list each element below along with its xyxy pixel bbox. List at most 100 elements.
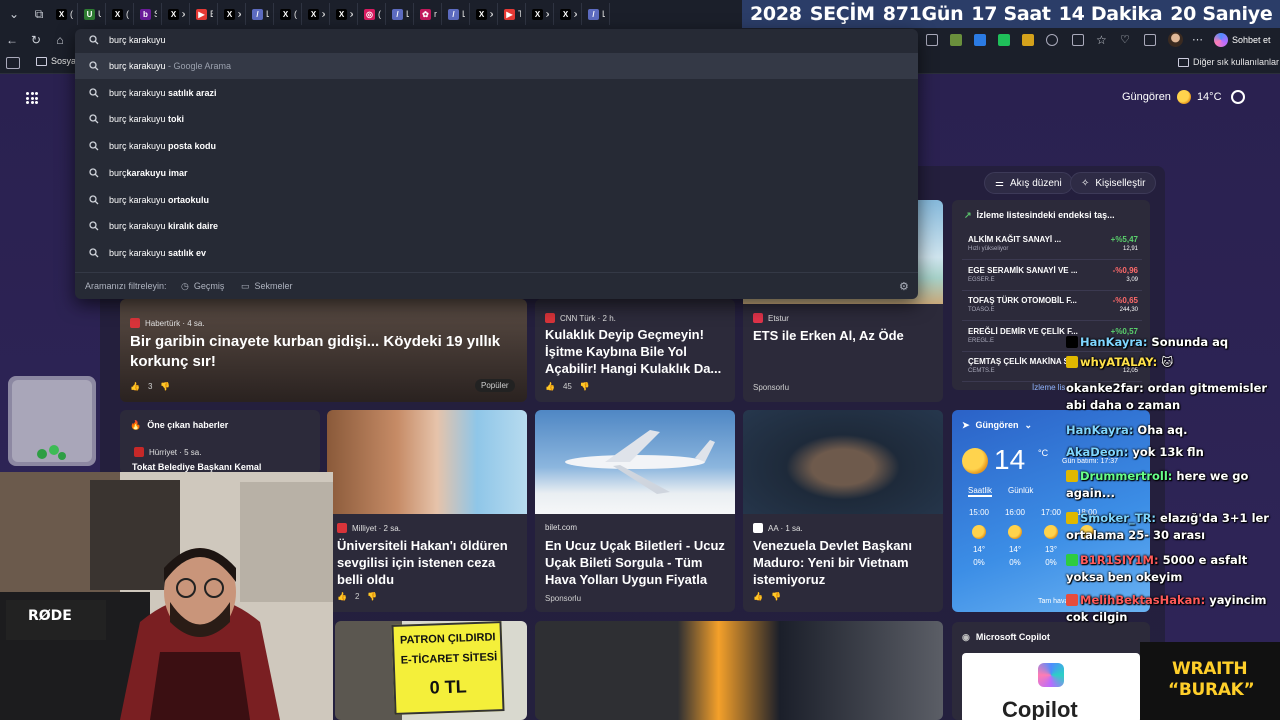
browser-tab[interactable]: UUR [80,3,106,25]
tab-title: x.co [490,9,493,19]
top-news-card[interactable]: 🔥 Öne çıkan haberler Hürriyet · 5 sa. To… [120,410,320,474]
like-icon[interactable]: 👍 [545,382,555,391]
news-card[interactable]: Habertürk · 4 sa. Bir garibin cinayete k… [120,299,527,402]
browser-tab[interactable]: X(8) [52,3,78,25]
extension-icon[interactable] [950,34,962,46]
browser-tab[interactable]: Xx.co [304,3,330,25]
home-icon[interactable]: ⌂ [52,32,68,48]
browser-tab[interactable]: Xx.co [220,3,246,25]
apps-launcher-icon[interactable] [26,92,38,104]
search-suggestion[interactable]: burç karakuyu satılık ev [75,240,918,266]
news-card[interactable]: AA · 1 sa. Venezuela Devlet Başkanı Madu… [743,410,943,612]
like-icon[interactable]: 👍 [753,592,763,601]
profile-avatar[interactable] [1168,32,1183,47]
search-suggestion[interactable]: burç karakuyu kiralık daire [75,213,918,239]
tab-actions-chevron-icon[interactable]: ⌄ [3,3,25,25]
tab-hourly[interactable]: Saatlik [968,486,993,497]
dislike-icon[interactable]: 👎 [160,382,170,391]
suggestion-prefix: burç karakuyu [109,247,169,258]
copilot-chat-button[interactable]: Sohbet et [1212,31,1277,49]
workspaces-icon[interactable]: ⧉ [28,3,50,25]
search-settings-gear-icon[interactable]: ⚙ [899,280,909,293]
news-card[interactable] [535,621,943,720]
search-suggestion[interactable]: burç karakuyu - Google Arama [75,53,918,79]
chat-username: whyATALAY: [1080,355,1158,369]
dislike-icon[interactable]: 👎 [367,592,377,601]
favorites-star-icon[interactable]: ☆ [1096,34,1108,46]
browser-essentials-heart-icon[interactable]: ♡ [1120,34,1132,46]
card-title: Üniversiteli Hakan'ı öldüren sevgilisi i… [337,538,508,587]
browser-tab[interactable]: Xx.co [332,3,358,25]
suggestion-prefix: burç karakuyu [109,114,169,125]
extension-icon[interactable] [974,34,986,46]
card-source: CNN Türk · 2 h. [545,313,616,323]
like-icon[interactable]: 👍 [130,382,140,391]
copilot-card[interactable]: ◉ Microsoft Copilot Copilot [952,622,1150,720]
browser-tab[interactable]: /Lig [248,3,274,25]
partly-sunny-icon [1176,90,1191,104]
browser-tab[interactable]: ✿rat [416,3,442,25]
source-logo-icon [130,318,140,328]
dislike-icon[interactable]: 👎 [771,592,781,601]
read-aloud-icon[interactable] [926,34,938,46]
stock-row[interactable]: TOFAŞ TÜRK OTOMOBİL F... TOASO.E -%0,65 244… [962,293,1142,321]
stock-row[interactable]: ALKİM KAĞIT SANAYİ ... Hızlı yükseliyor +%… [962,232,1142,260]
reload-icon[interactable]: ↻ [28,32,44,48]
split-screen-icon[interactable] [1072,34,1084,46]
reading-list-icon[interactable] [6,57,20,69]
address-bar-input[interactable] [75,29,918,51]
sponsored-card[interactable]: bilet.com En Ucuz Uçak Biletleri - Ucuz … [535,410,735,612]
sponsored-label: Sponsorlu [545,594,581,603]
news-card[interactable]: CNN Türk · 2 h. Kulaklık Deyip Geçmeyin!… [535,299,735,402]
extension-icon[interactable] [998,34,1010,46]
browser-tab[interactable]: bSur [136,3,162,25]
back-arrow-icon[interactable]: ← [4,32,20,48]
like-icon[interactable]: 👍 [337,592,347,601]
bookmark-folder-social[interactable]: Sosyal [36,56,78,66]
stock-name: TOFAŞ TÜRK OTOMOBİL F... [968,296,1077,305]
sliders-icon: ⚌ [995,177,1004,189]
news-card[interactable]: Milliyet · 2 sa. Üniversiteli Hakan'ı öl… [327,410,527,612]
chat-message: HanKayra: Oha aq. [1066,422,1280,439]
browser-tab[interactable]: Xx.co [556,3,582,25]
watchlist-more-link[interactable]: İzleme lis [1032,383,1065,392]
search-suggestion[interactable]: burç karakuyu toki [75,106,918,132]
tab-daily[interactable]: Günlük [1008,486,1033,495]
search-suggestion[interactable]: burç karakuyu satılık arazi [75,80,918,106]
dislike-icon[interactable]: 👎 [580,382,590,391]
other-favorites-folder[interactable]: Diğer sık kullanılanlar [1178,57,1279,67]
filter-history-button[interactable]: ◷ Geçmiş [181,281,224,292]
stock-price: 244,30 [1119,307,1138,313]
browser-tab[interactable]: ◎(9) [360,3,386,25]
browser-tab[interactable]: ▶The [500,3,526,25]
suggestion-text: burç karakuyu - Google Arama [109,61,231,71]
copilot-small-icon: ◉ [962,632,970,642]
browser-tab[interactable]: Xx.co [528,3,554,25]
more-menu-icon[interactable]: ⋯ [1192,34,1204,46]
page-settings-gear-icon[interactable] [1231,90,1245,104]
browser-tab[interactable]: /Lig [388,3,414,25]
feed-layout-button[interactable]: ⚌ Akış düzeni [984,172,1073,194]
history-clock-icon: ◷ [181,280,189,291]
stock-row[interactable]: EGE SERAMİK SANAYİ VE ... EGSER.E -%0,96 3,… [962,263,1142,291]
weather-summary[interactable]: Güngören 14°C [1122,90,1222,104]
chevron-down-icon[interactable]: ⌄ [1025,420,1033,431]
browser-tab[interactable]: ▶Erd [192,3,218,25]
collections-icon[interactable] [1144,34,1156,46]
browser-tab[interactable]: Xx.co [472,3,498,25]
news-card[interactable]: PATRON ÇILDIRDI E-TİCARET SİTESİ 0 TL [335,621,527,720]
browser-tab[interactable]: X(8) [108,3,134,25]
filter-tabs-button[interactable]: ▭ Sekmeler [241,281,293,292]
personalize-button[interactable]: ✧ Kişiselleştir [1070,172,1157,194]
full-forecast-link[interactable]: Tam hava [1038,598,1068,605]
browser-tab[interactable]: /Lig [444,3,470,25]
search-suggestion[interactable]: burçkarakuyu imar [75,160,918,186]
search-suggestion[interactable]: burç karakuyu ortaokulu [75,187,918,213]
browser-tab[interactable]: /Lig [584,3,610,25]
extension-icon[interactable] [1022,34,1034,46]
card-title: En Ucuz Uçak Biletleri - Ucuz Uçak Bilet… [545,538,725,587]
extensions-puzzle-icon[interactable] [1046,34,1058,46]
browser-tab[interactable]: X(99 [276,3,302,25]
browser-tab[interactable]: Xx.co [164,3,190,25]
search-suggestion[interactable]: burç karakuyu posta kodu [75,133,918,159]
